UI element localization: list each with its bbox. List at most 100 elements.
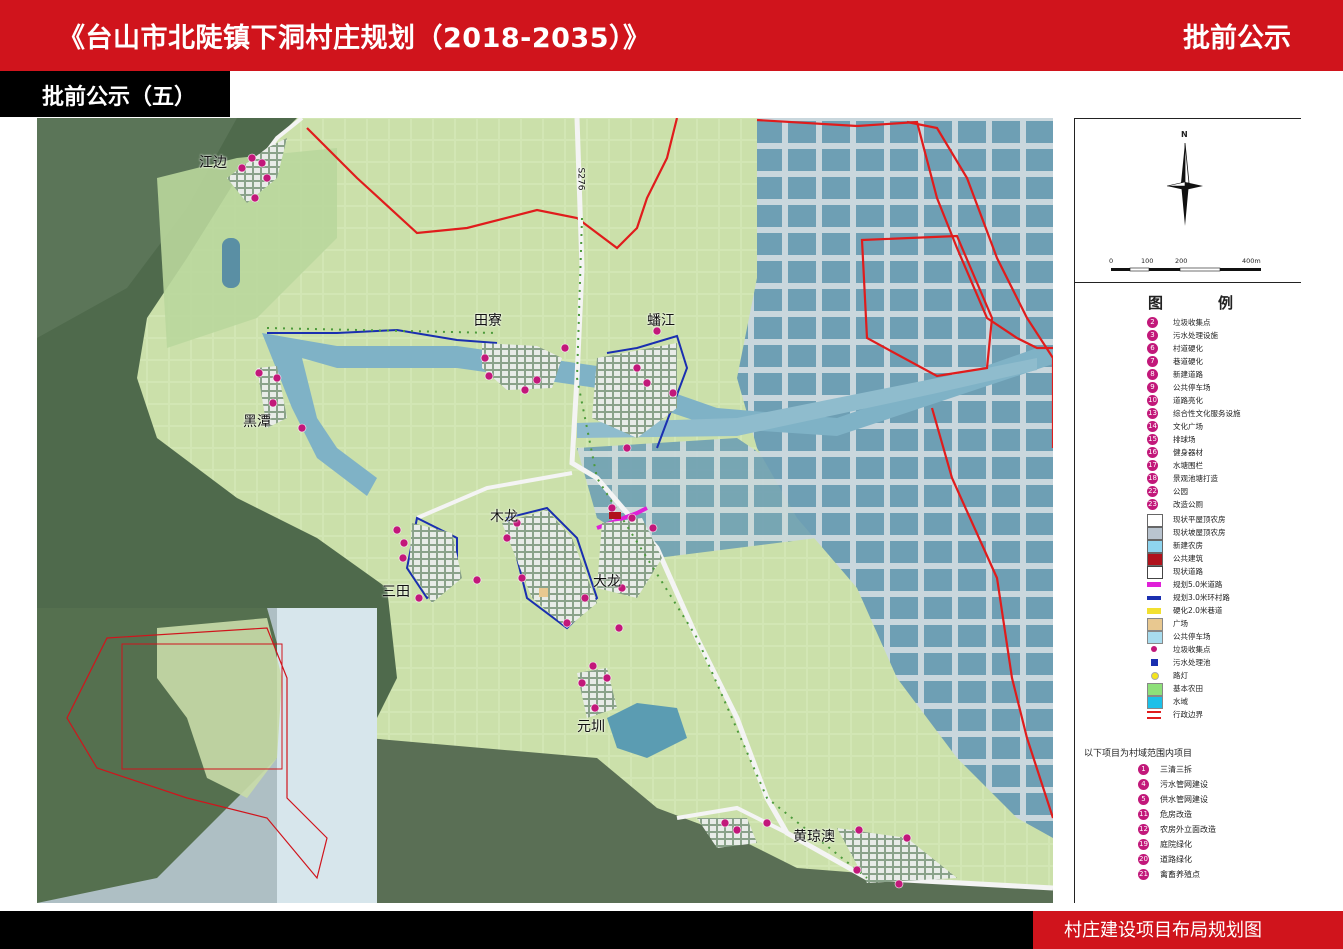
- planning-map[interactable]: S276 江边 田寮 蟠江 黑潭 木龙 大龙 三田 元圳 黄琼澳: [37, 118, 1053, 903]
- village-label-huangqiongao: 黄琼澳: [793, 829, 835, 845]
- public-square: [539, 588, 548, 597]
- scale-tick-0: 0: [1109, 257, 1114, 265]
- legend-panel: N 0 100 200 400m 图 例 2 垃圾收集点 3 污水处理设施 6 村道硬…: [1074, 118, 1301, 903]
- subtitle: 批前公示（五）: [42, 85, 197, 110]
- legend-symbol-label: 新建农房: [1173, 541, 1203, 550]
- legend-number-badge: 11: [1138, 809, 1149, 820]
- sloped-roof-house-swatch: [1147, 527, 1163, 540]
- legend-number-badge: 8: [1147, 369, 1158, 380]
- legend-item-label: 综合性文化服务设施: [1173, 409, 1241, 418]
- legend-item-label: 道路亮化: [1173, 396, 1203, 405]
- stage-label: 批前公示: [1183, 23, 1291, 54]
- village-label-mulong: 木龙: [490, 509, 518, 525]
- village-project-label: 农房外立面改造: [1160, 825, 1216, 834]
- legend-number-badge: 5: [1138, 794, 1149, 805]
- planned-3m-road-swatch: [1147, 596, 1161, 600]
- water-area-swatch: [1147, 696, 1163, 709]
- square-swatch: [1147, 618, 1163, 631]
- north-label: N: [1181, 130, 1188, 139]
- legend-number-badge: 22: [1147, 486, 1158, 497]
- scale-bar-icon: [1111, 267, 1261, 272]
- village-project-label: 道路绿化: [1160, 855, 1192, 864]
- village-label-dalong: 大龙: [593, 574, 621, 590]
- legend-number-badge: 4: [1138, 779, 1149, 790]
- legend-number-badge: 12: [1138, 824, 1149, 835]
- north-arrow-icon: [1166, 142, 1203, 226]
- legend-item-label: 公园: [1173, 487, 1188, 496]
- legend-symbol-label: 公共建筑: [1173, 554, 1203, 563]
- scale-tick-200: 200: [1175, 257, 1188, 265]
- village-project-label: 供水管网建设: [1160, 795, 1208, 804]
- village-project-label: 庭院绿化: [1160, 840, 1192, 849]
- village-label-tianliao: 田寮: [474, 313, 502, 329]
- legend-symbol-label: 现状坡屋顶农房: [1173, 528, 1226, 537]
- legend-number-badge: 14: [1147, 421, 1158, 432]
- legend-item-label: 改造公厕: [1173, 500, 1203, 509]
- village-projects-note: 以下项目为村域范围内项目: [1084, 749, 1193, 759]
- garbage-point-icon: [1147, 644, 1161, 655]
- village-project-label: 危房改造: [1160, 810, 1192, 819]
- legend-number-badge: 16: [1147, 447, 1158, 458]
- legend-symbol-label: 路灯: [1173, 671, 1188, 680]
- legend-number-badge: 7: [1147, 356, 1158, 367]
- legend-item-label: 新建道路: [1173, 370, 1203, 379]
- village-label-santian: 三田: [382, 584, 410, 600]
- legend-symbol-label: 垃圾收集点: [1173, 645, 1211, 654]
- legend-item-label: 污水处理设施: [1173, 331, 1218, 340]
- legend-symbol-label: 污水处理池: [1173, 658, 1211, 667]
- legend-symbol-label: 水域: [1173, 697, 1188, 706]
- drawing-title: 村庄建设项目布局规划图: [1064, 920, 1262, 941]
- new-house-swatch: [1147, 540, 1163, 553]
- legend-number-badge: 13: [1147, 408, 1158, 419]
- village-project-label: 禽畜养殖点: [1160, 870, 1200, 879]
- planned-5m-road-swatch: [1147, 582, 1161, 587]
- existing-road-swatch: [1147, 566, 1163, 579]
- legend-item-label: 垃圾收集点: [1173, 318, 1211, 327]
- legend-heading: 图 例: [1148, 294, 1254, 312]
- legend-number-badge: 9: [1147, 382, 1158, 393]
- legend-symbol-label: 硬化2.0米巷道: [1173, 606, 1223, 615]
- scale-tick-400m: 400m: [1242, 257, 1261, 265]
- legend-item-label: 健身器材: [1173, 448, 1203, 457]
- village-label-jiangbian: 江边: [199, 155, 227, 171]
- plan-title: 《台山市北陡镇下洞村庄规划（2018-2035）》: [58, 23, 651, 54]
- village-label-panjiang: 蟠江: [647, 313, 675, 329]
- basic-farmland-swatch: [1147, 683, 1163, 696]
- legend-number-badge: 15: [1147, 434, 1158, 445]
- legend-item-label: 公共停车场: [1173, 383, 1211, 392]
- street-lamp-icon: [1147, 670, 1161, 681]
- legend-symbol-label: 现状道路: [1173, 567, 1203, 576]
- legend-number-badge: 18: [1147, 473, 1158, 484]
- inset-overview-map: [37, 608, 377, 903]
- hardened-lane-swatch: [1147, 608, 1161, 614]
- legend-symbol-label: 公共停车场: [1173, 632, 1211, 641]
- legend-number-badge: 2: [1147, 317, 1158, 328]
- road-label-s276: S276: [575, 167, 586, 191]
- scale-tick-100: 100: [1141, 257, 1154, 265]
- public-building-swatch: [1147, 553, 1163, 566]
- legend-symbol-label: 规划5.0米道路: [1173, 580, 1223, 589]
- legend-item-label: 巷道硬化: [1173, 357, 1203, 366]
- legend-divider: [1075, 282, 1301, 283]
- village-label-heitan: 黑潭: [243, 414, 271, 430]
- legend-number-badge: 6: [1147, 343, 1158, 354]
- legend-number-badge: 17: [1147, 460, 1158, 471]
- admin-boundary-swatch: [1147, 711, 1161, 719]
- village-project-label: 污水管网建设: [1160, 780, 1208, 789]
- village-label-yuanzhen: 元圳: [577, 719, 605, 735]
- legend-number-badge: 3: [1147, 330, 1158, 341]
- flat-roof-house-swatch: [1147, 514, 1163, 527]
- legend-symbol-label: 现状平屋顶农房: [1173, 515, 1226, 524]
- village-project-label: 三清三拆: [1160, 765, 1192, 774]
- legend-number-badge: 1: [1138, 764, 1149, 775]
- parking-swatch: [1147, 631, 1163, 644]
- map-canvas: [37, 118, 1053, 903]
- legend-number-badge: 23: [1147, 499, 1158, 510]
- legend-number-badge: 21: [1138, 869, 1149, 880]
- legend-symbol-label: 行政边界: [1173, 710, 1203, 719]
- legend-symbol-label: 广场: [1173, 619, 1188, 628]
- legend-item-label: 景观池塘打造: [1173, 474, 1218, 483]
- legend-item-label: 文化广场: [1173, 422, 1203, 431]
- legend-number-badge: 20: [1138, 854, 1149, 865]
- sewage-pool-icon: [1147, 657, 1161, 668]
